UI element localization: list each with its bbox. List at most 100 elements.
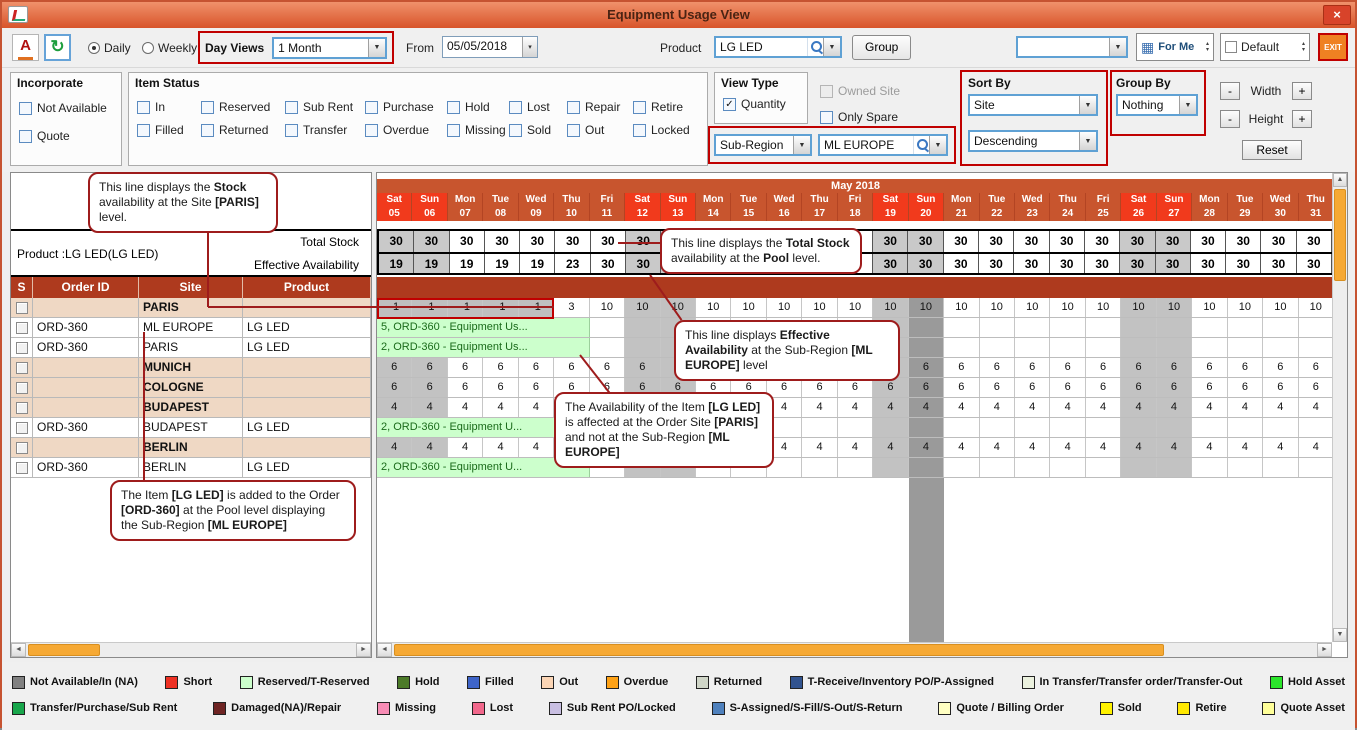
product-search-select[interactable]: LG LED ▼ — [714, 36, 842, 58]
row-checkbox[interactable] — [16, 322, 28, 334]
empty-cell[interactable] — [1192, 458, 1227, 477]
day-number-cell[interactable]: 31 — [1299, 207, 1334, 221]
default-view-control[interactable]: Default ▴▾ — [1220, 33, 1310, 61]
sort-direction-select[interactable]: Descending ▼ — [968, 130, 1098, 152]
empty-cell[interactable] — [873, 338, 908, 357]
day-number-cell[interactable]: 16 — [767, 207, 802, 221]
availability-cell[interactable]: 10 — [1086, 298, 1121, 317]
row-checkbox[interactable] — [16, 442, 28, 454]
grid-row-paris[interactable]: PARIS — [11, 298, 371, 318]
day-name-cell[interactable]: Tue — [483, 193, 518, 207]
empty-cell[interactable] — [980, 338, 1015, 357]
availability-cell[interactable]: 4 — [1192, 438, 1227, 457]
grid-row-budapest[interactable]: BUDAPEST — [11, 398, 371, 418]
availability-cell[interactable]: 4 — [944, 398, 979, 417]
grid-row-munich[interactable]: MUNICH — [11, 358, 371, 378]
day-views-select[interactable]: 1 Month ▼ — [272, 37, 387, 59]
spinner-icon[interactable]: ▴▾ — [1206, 41, 1209, 53]
availability-cell[interactable]: 4 — [731, 398, 766, 417]
empty-cell[interactable] — [1228, 458, 1263, 477]
day-number-cell[interactable]: 26 — [1121, 207, 1156, 221]
close-button[interactable]: × — [1323, 5, 1351, 25]
availability-cell[interactable]: 4 — [590, 398, 625, 417]
empty-cell[interactable] — [1121, 338, 1156, 357]
availability-cell[interactable]: 4 — [731, 438, 766, 457]
day-number-cell[interactable]: 08 — [483, 207, 518, 221]
availability-cell[interactable]: 6 — [944, 378, 979, 397]
checkbox-sold[interactable]: Sold — [509, 123, 567, 137]
availability-cell[interactable]: -1 — [519, 298, 554, 317]
row-checkbox[interactable] — [16, 382, 28, 394]
chevron-down-icon[interactable]: ▼ — [929, 136, 946, 154]
empty-cell[interactable] — [767, 418, 802, 437]
empty-cell[interactable] — [1086, 318, 1121, 337]
day-name-cell[interactable]: Mon — [1192, 193, 1227, 207]
empty-cell[interactable] — [838, 418, 873, 437]
availability-cell[interactable]: 4 — [1192, 398, 1227, 417]
day-name-cell[interactable]: Thu — [802, 193, 837, 207]
empty-cell[interactable] — [731, 418, 766, 437]
day-name-cell[interactable]: Thu — [554, 193, 589, 207]
height-decrease-button[interactable]: - — [1220, 110, 1240, 128]
availability-cell[interactable]: 4 — [661, 398, 696, 417]
day-number-cell[interactable]: 10 — [554, 207, 589, 221]
scrollbar-thumb[interactable] — [28, 644, 100, 656]
day-number-cell[interactable]: 17 — [802, 207, 837, 221]
scroll-left-icon[interactable]: ◄ — [377, 643, 392, 657]
spinner-down-icon[interactable]: ▾ — [1302, 47, 1305, 53]
availability-cell[interactable]: 6 — [1192, 378, 1227, 397]
empty-cell[interactable] — [909, 458, 944, 477]
availability-cell[interactable]: 6 — [1228, 378, 1263, 397]
empty-cell[interactable] — [1015, 458, 1050, 477]
day-number-cell[interactable]: 21 — [944, 207, 979, 221]
day-name-cell[interactable]: Wed — [767, 193, 802, 207]
column-header-product[interactable]: Product — [243, 277, 371, 298]
empty-cell[interactable] — [1263, 338, 1298, 357]
availability-cell[interactable]: 4 — [1299, 438, 1334, 457]
availability-cell[interactable]: 10 — [1228, 298, 1263, 317]
availability-cell[interactable]: 4 — [519, 438, 554, 457]
availability-cell[interactable]: 10 — [731, 298, 766, 317]
day-number-cell[interactable]: 24 — [1050, 207, 1085, 221]
day-name-cell[interactable]: Thu — [1299, 193, 1334, 207]
chevron-down-icon[interactable]: ▼ — [1179, 96, 1196, 114]
checkbox-transfer[interactable]: Transfer — [285, 123, 365, 137]
availability-cell[interactable]: 4 — [1015, 438, 1050, 457]
empty-cell[interactable] — [1086, 418, 1121, 437]
availability-cell[interactable]: 10 — [1121, 298, 1156, 317]
availability-cell[interactable]: 4 — [448, 398, 483, 417]
availability-cell[interactable]: 6 — [412, 378, 447, 397]
availability-cell[interactable]: 4 — [1263, 398, 1298, 417]
day-name-cell[interactable]: Fri — [1086, 193, 1121, 207]
day-name-cell[interactable]: Sun — [1157, 193, 1192, 207]
empty-cell[interactable] — [838, 458, 873, 477]
availability-cell[interactable]: 4 — [377, 438, 412, 457]
availability-cell[interactable]: 6 — [625, 378, 660, 397]
day-number-cell[interactable]: 06 — [412, 207, 447, 221]
empty-cell[interactable] — [1263, 458, 1298, 477]
sort-by-select[interactable]: Site ▼ — [968, 94, 1098, 116]
day-name-cell[interactable]: Fri — [590, 193, 625, 207]
scroll-up-icon[interactable]: ▲ — [1333, 173, 1347, 187]
availability-cell[interactable]: 6 — [696, 378, 731, 397]
day-number-cell[interactable]: 22 — [980, 207, 1015, 221]
availability-cell[interactable]: 4 — [838, 438, 873, 457]
availability-cell[interactable]: 10 — [802, 298, 837, 317]
availability-cell[interactable]: 4 — [1157, 398, 1192, 417]
empty-cell[interactable] — [696, 418, 731, 437]
availability-cell[interactable]: 4 — [1121, 438, 1156, 457]
reset-button[interactable]: Reset — [1242, 140, 1302, 160]
availability-cell[interactable]: 4 — [661, 438, 696, 457]
availability-cell[interactable]: 4 — [483, 398, 518, 417]
availability-cell[interactable]: 4 — [873, 438, 908, 457]
row-checkbox[interactable] — [16, 422, 28, 434]
availability-cell[interactable]: 6 — [731, 358, 766, 377]
checkbox-quantity[interactable]: ✓Quantity — [723, 97, 799, 111]
search-icon[interactable] — [913, 136, 929, 154]
empty-cell[interactable] — [1015, 418, 1050, 437]
day-name-cell[interactable]: Tue — [731, 193, 766, 207]
empty-cell[interactable] — [767, 458, 802, 477]
row-checkbox[interactable] — [16, 302, 28, 314]
scrollbar-thumb[interactable] — [394, 644, 1164, 656]
availability-cell[interactable]: 4 — [767, 398, 802, 417]
